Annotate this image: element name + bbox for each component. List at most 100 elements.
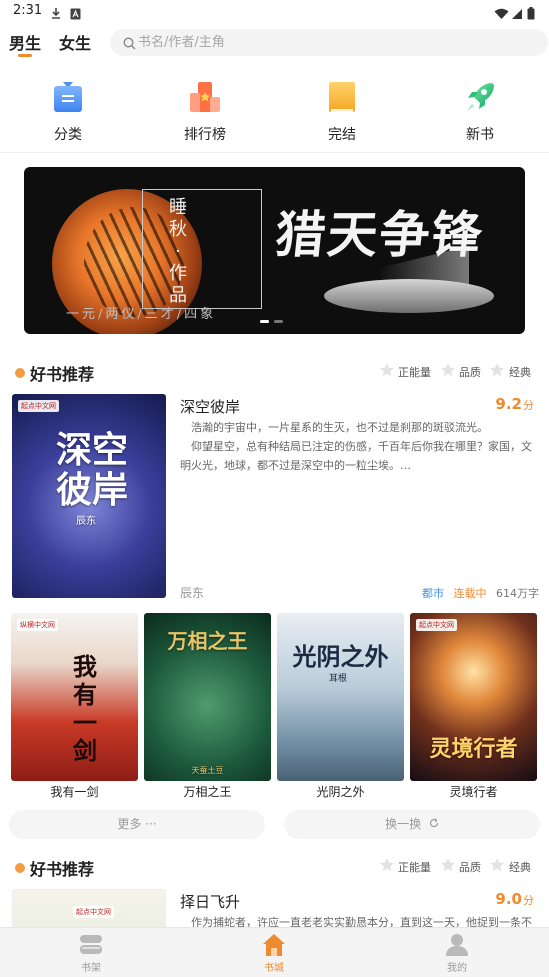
featured-book-description-2: 仰望星空，总有种结局已注定的伤感，千百年后你我在哪里？家国，文明火光，地球，都不…: [180, 440, 532, 472]
tab-bookshelf-label: 书架: [81, 963, 101, 974]
cover-author-text: 耳根: [329, 674, 348, 684]
banner-title: 猎天争锋: [272, 205, 487, 264]
banner-author-frame: [142, 189, 262, 309]
featured-book-score-2: 9.0分: [495, 890, 534, 908]
featured-book-author: 辰东: [180, 586, 205, 600]
tag-positive-energy[interactable]: 正能量: [398, 859, 431, 875]
cover-title-art: 深空彼岸: [55, 429, 128, 511]
home-icon: [262, 933, 286, 957]
banner-dot-active: [260, 320, 269, 323]
nav-completed-label: 完结: [328, 127, 356, 143]
featured-book-meta: 都市 连载中 614万字: [422, 585, 539, 601]
status-bar: 2:31: [0, 0, 549, 24]
star-icon: [440, 857, 456, 873]
cover-publisher-badge: 起点中文网: [18, 400, 59, 412]
cover-title-art: 灵境行者: [429, 736, 518, 762]
battery-icon: [527, 5, 535, 24]
book-title-1[interactable]: 我有一剑: [11, 783, 138, 800]
notification-a-icon: [70, 5, 81, 24]
cover-author-text: 天蚕土豆: [191, 766, 224, 775]
nav-category-label: 分类: [54, 127, 82, 143]
cover-title-art: 我有一剑: [73, 652, 97, 765]
book-cover-3[interactable]: 光阴之外 耳根: [277, 613, 404, 781]
banner-platform-art: [324, 279, 494, 313]
completed-book-icon: [326, 80, 358, 114]
signal-icon: [511, 5, 523, 24]
ranking-icon: [189, 80, 221, 114]
score-value: 9.0: [495, 890, 522, 908]
book-cover-2[interactable]: 万相之王 天蚕土豆: [144, 613, 271, 781]
tab-bookshelf[interactable]: 书架: [51, 928, 131, 977]
tag-classic[interactable]: 经典: [509, 364, 531, 380]
score-unit: 分: [523, 399, 534, 412]
tab-profile[interactable]: 我的: [417, 928, 497, 977]
refresh-label: 换一换: [385, 817, 422, 831]
tab-bookstore[interactable]: 书城: [234, 928, 314, 977]
tag-positive-energy[interactable]: 正能量: [398, 364, 431, 380]
star-icon: [379, 857, 395, 873]
tag-quality[interactable]: 品质: [459, 859, 481, 875]
download-icon: [50, 5, 62, 24]
cover-publisher-badge: 起点中文网: [73, 906, 114, 918]
more-button[interactable]: 更多 ···: [9, 810, 265, 839]
tab-bookstore-label: 书城: [264, 963, 284, 974]
featured-book-cover[interactable]: 起点中文网 深空彼岸 辰东: [12, 394, 166, 598]
tag-quality[interactable]: 品质: [459, 364, 481, 380]
section-title: 好书推荐: [30, 860, 95, 879]
cover-title-art: 光阴之外: [292, 642, 389, 671]
book-cover-4[interactable]: 起点中文网 灵境行者: [410, 613, 537, 781]
wifi-icon: [494, 5, 509, 24]
tab-female[interactable]: 女生: [59, 30, 91, 54]
book-status: 连载中: [453, 587, 487, 600]
book-word-count: 614万字: [496, 587, 539, 600]
banner-author-line: 睡秋·作品: [169, 197, 187, 306]
score-unit: 分: [523, 894, 534, 907]
rocket-icon: [464, 80, 496, 114]
nav-category[interactable]: 分类: [28, 80, 108, 144]
search-icon: [123, 35, 136, 54]
star-icon: [489, 857, 505, 873]
featured-book-score: 9.2分: [495, 395, 534, 413]
status-time: 2:31: [13, 3, 43, 18]
book-title-3[interactable]: 光阴之外: [277, 783, 404, 800]
divider: [0, 152, 549, 153]
section-title: 好书推荐: [30, 365, 95, 384]
section-header-recommend-2: 好书推荐 正能量 品质 经典: [0, 855, 549, 879]
bottom-tab-bar: 书架 书城 我的: [0, 927, 549, 977]
refresh-button[interactable]: 换一换: [284, 810, 540, 839]
search-bar[interactable]: [110, 29, 548, 56]
star-icon: [379, 362, 395, 378]
nav-ranking[interactable]: 排行榜: [165, 80, 245, 144]
book-category: 都市: [422, 587, 444, 600]
search-input[interactable]: [138, 33, 518, 52]
book-title-2[interactable]: 万相之王: [144, 783, 271, 800]
star-icon: [440, 362, 456, 378]
section-header-recommend: 好书推荐 正能量 品质 经典: [0, 360, 549, 384]
nav-new-books[interactable]: 新书: [440, 80, 520, 144]
featured-book-title-2[interactable]: 择日飞升: [180, 891, 240, 912]
featured-book-title[interactable]: 深空彼岸: [180, 396, 240, 417]
refresh-icon: [429, 810, 439, 839]
profile-icon: [445, 933, 469, 957]
nav-new-books-label: 新书: [466, 127, 494, 143]
section-bullet: [15, 368, 25, 378]
promo-banner[interactable]: 睡秋·作品 一元/两仪/三才/四象 猎天争锋: [24, 167, 525, 334]
cover-title-art: 万相之王: [167, 629, 248, 653]
cover-author-text: 辰东: [76, 516, 96, 527]
tab-profile-label: 我的: [447, 963, 467, 974]
banner-dot: [274, 320, 283, 323]
cover-publisher-badge: 纵横中文网: [17, 619, 58, 631]
nav-completed[interactable]: 完结: [302, 80, 382, 144]
category-icon: [52, 80, 84, 114]
book-title-4[interactable]: 灵境行者: [410, 783, 537, 800]
active-tab-indicator: [18, 54, 32, 57]
star-icon: [489, 362, 505, 378]
score-value: 9.2: [495, 395, 522, 413]
featured-book-description: 浩瀚的宇宙中，一片星系的生灭，也不过是刹那的斑驳流光。: [191, 421, 488, 434]
banner-subtitle: 一元/两仪/三才/四象: [66, 307, 217, 322]
tab-male[interactable]: 男生: [9, 30, 41, 54]
book-cover-1[interactable]: 纵横中文网 我有一剑: [11, 613, 138, 781]
tag-classic[interactable]: 经典: [509, 859, 531, 875]
nav-ranking-label: 排行榜: [184, 127, 226, 143]
cover-publisher-badge: 起点中文网: [416, 619, 457, 631]
